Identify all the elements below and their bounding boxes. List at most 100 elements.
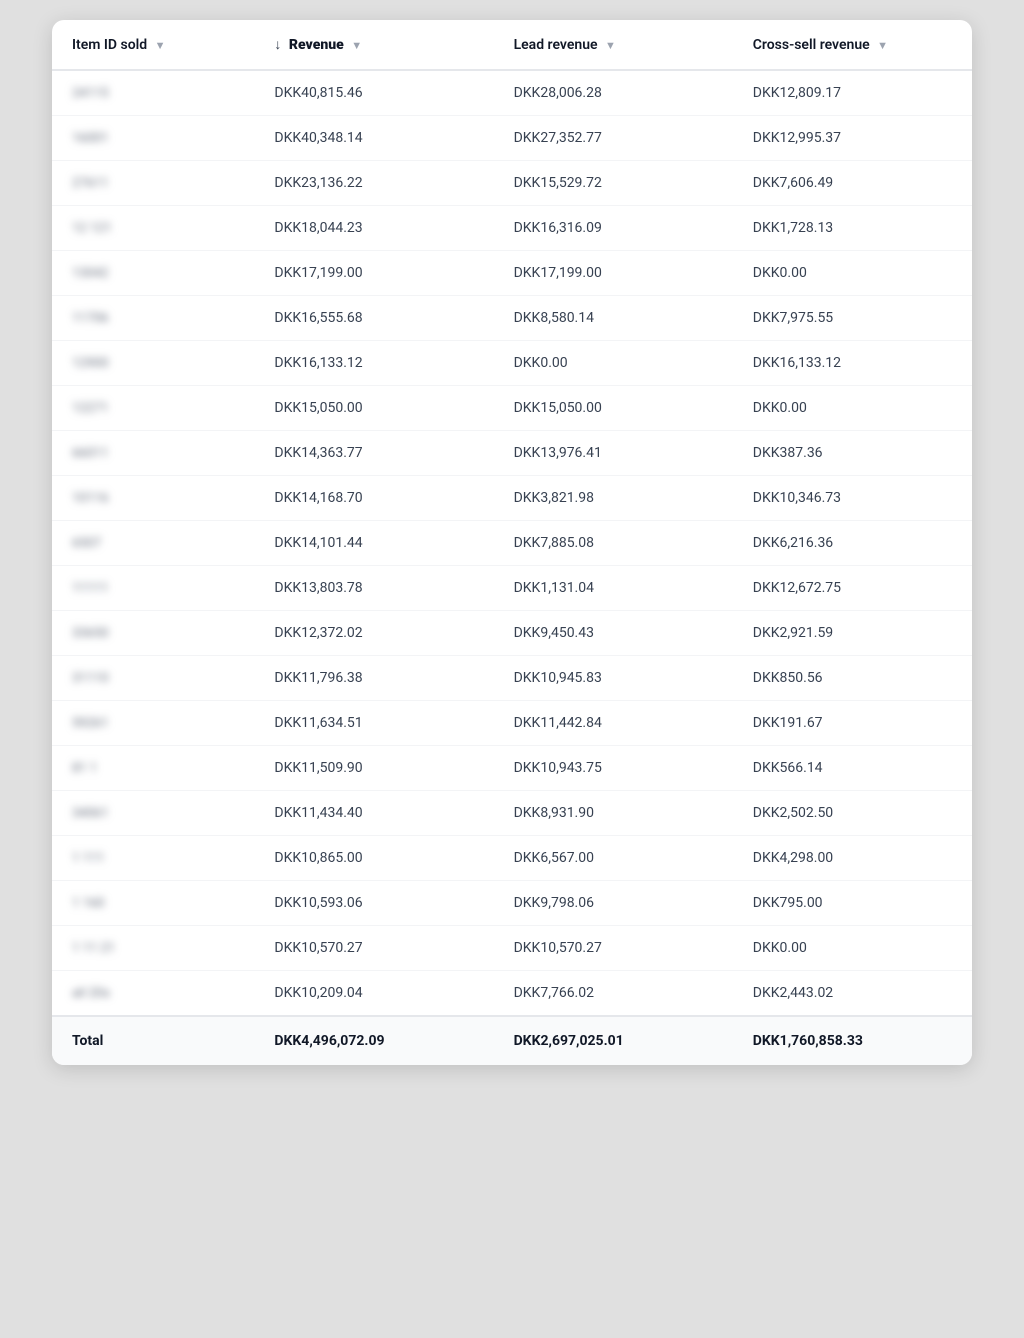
cell-lead-revenue: DKK13,976.41	[494, 431, 733, 476]
cell-item-id: 6507	[52, 521, 254, 566]
cell-item-id: 34061	[52, 791, 254, 836]
cell-item-id: 11706	[52, 296, 254, 341]
item-id-value: 34061	[72, 806, 109, 821]
cell-cross-sell-revenue: DKK850.56	[733, 656, 972, 701]
item-id-value: 1 111	[72, 851, 104, 866]
item-id-value: 11111	[72, 581, 109, 596]
column-header-lead-revenue-label: Lead revenue	[514, 37, 598, 53]
cell-item-id: 1 11 21	[52, 926, 254, 971]
cell-lead-revenue: DKK7,885.08	[494, 521, 733, 566]
column-header-lead-revenue[interactable]: Lead revenue ▼	[494, 20, 733, 70]
column-header-revenue[interactable]: ↓ Revenue ▼	[254, 20, 493, 70]
table-row: all 20sDKK10,209.04DKK7,766.02DKK2,443.0…	[52, 971, 972, 1017]
cell-revenue: DKK12,372.02	[254, 611, 493, 656]
cell-cross-sell-revenue: DKK191.67	[733, 701, 972, 746]
cell-revenue: DKK40,348.14	[254, 116, 493, 161]
cell-lead-revenue: DKK10,570.27	[494, 926, 733, 971]
cell-cross-sell-revenue: DKK0.00	[733, 251, 972, 296]
filter-icon-lead-revenue[interactable]: ▼	[605, 39, 616, 52]
cell-cross-sell-revenue: DKK2,502.50	[733, 791, 972, 836]
item-id-value: 13042	[72, 266, 109, 281]
item-id-value: 27611	[72, 176, 109, 191]
column-header-cross-sell-label: Cross-sell revenue	[753, 37, 870, 53]
cell-revenue: DKK23,136.22	[254, 161, 493, 206]
item-id-value: 10116	[72, 491, 109, 506]
cell-cross-sell-revenue: DKK6,216.36	[733, 521, 972, 566]
item-id-value: 12 121	[72, 221, 112, 236]
table-row: 33650DKK12,372.02DKK9,450.43DKK2,921.59	[52, 611, 972, 656]
item-id-value: all 20s	[72, 986, 110, 1001]
cell-revenue: DKK10,593.06	[254, 881, 493, 926]
cell-item-id: 11111	[52, 566, 254, 611]
cell-item-id: 66011	[52, 431, 254, 476]
cell-item-id: 13042	[52, 251, 254, 296]
column-header-cross-sell-revenue[interactable]: Cross-sell revenue ▼	[733, 20, 972, 70]
cell-cross-sell-revenue: DKK12,809.17	[733, 70, 972, 116]
cell-cross-sell-revenue: DKK4,298.00	[733, 836, 972, 881]
table-row: 16001DKK40,348.14DKK27,352.77DKK12,995.3…	[52, 116, 972, 161]
cell-lead-revenue: DKK28,006.28	[494, 70, 733, 116]
cell-lead-revenue: DKK15,050.00	[494, 386, 733, 431]
cell-cross-sell-revenue: DKK10,346.73	[733, 476, 972, 521]
column-header-item-id-label: Item ID sold	[72, 37, 147, 53]
item-id-value: 24115	[72, 86, 109, 101]
filter-icon-revenue[interactable]: ▼	[351, 39, 362, 52]
cell-revenue: DKK17,199.00	[254, 251, 493, 296]
sort-desc-icon: ↓	[274, 36, 281, 53]
cell-cross-sell-revenue: DKK566.14	[733, 746, 972, 791]
cell-item-id: 12900	[52, 341, 254, 386]
table-row: 24115DKK40,815.46DKK28,006.28DKK12,809.1…	[52, 70, 972, 116]
cell-cross-sell-revenue: DKK2,921.59	[733, 611, 972, 656]
cell-lead-revenue: DKK15,529.72	[494, 161, 733, 206]
cell-lead-revenue: DKK9,798.06	[494, 881, 733, 926]
table-row: 13042DKK17,199.00DKK17,199.00DKK0.00	[52, 251, 972, 296]
cell-cross-sell-revenue: DKK7,975.55	[733, 296, 972, 341]
table-row: 10116DKK14,168.70DKK3,821.98DKK10,346.73	[52, 476, 972, 521]
cell-lead-revenue: DKK27,352.77	[494, 116, 733, 161]
cell-lead-revenue: DKK17,199.00	[494, 251, 733, 296]
cell-revenue: DKK11,634.51	[254, 701, 493, 746]
cell-lead-revenue: DKK9,450.43	[494, 611, 733, 656]
footer-cross-sell-revenue: DKK1,760,858.33	[733, 1016, 972, 1065]
cell-lead-revenue: DKK6,567.00	[494, 836, 733, 881]
cell-lead-revenue: DKK0.00	[494, 341, 733, 386]
item-id-value: 31110	[72, 671, 109, 686]
cell-item-id: 33650	[52, 611, 254, 656]
table-row: 6507DKK14,101.44DKK7,885.08DKK6,216.36	[52, 521, 972, 566]
table-body: 24115DKK40,815.46DKK28,006.28DKK12,809.1…	[52, 70, 972, 1016]
table-row: 1 160 DKK10,593.06DKK9,798.06DKK795.00	[52, 881, 972, 926]
cell-revenue: DKK10,570.27	[254, 926, 493, 971]
cell-item-id: 81 1	[52, 746, 254, 791]
filter-icon-item-id[interactable]: ▼	[155, 39, 166, 52]
item-id-value: 1 160	[72, 896, 104, 911]
cell-revenue: DKK14,363.77	[254, 431, 493, 476]
cell-lead-revenue: DKK16,316.09	[494, 206, 733, 251]
table-row: 81 1DKK11,509.90DKK10,943.75DKK566.14	[52, 746, 972, 791]
cell-cross-sell-revenue: DKK12,672.75	[733, 566, 972, 611]
cell-lead-revenue: DKK10,945.83	[494, 656, 733, 701]
cell-cross-sell-revenue: DKK0.00	[733, 386, 972, 431]
cell-cross-sell-revenue: DKK387.36	[733, 431, 972, 476]
table-row: 66011 DKK14,363.77DKK13,976.41DKK387.36	[52, 431, 972, 476]
cell-item-id: 12 121	[52, 206, 254, 251]
cell-revenue: DKK13,803.78	[254, 566, 493, 611]
cell-item-id: 12271	[52, 386, 254, 431]
table-row: 12900 DKK16,133.12DKK0.00DKK16,133.12	[52, 341, 972, 386]
filter-icon-cross-sell[interactable]: ▼	[877, 39, 888, 52]
cell-revenue: DKK16,133.12	[254, 341, 493, 386]
cell-cross-sell-revenue: DKK795.00	[733, 881, 972, 926]
item-id-value: 16001	[72, 131, 109, 146]
cell-revenue: DKK10,209.04	[254, 971, 493, 1017]
column-header-item-id[interactable]: Item ID sold ▼	[52, 20, 254, 70]
table-row: 12 121DKK18,044.23DKK16,316.09DKK1,728.1…	[52, 206, 972, 251]
cell-item-id: 59261	[52, 701, 254, 746]
cell-lead-revenue: DKK3,821.98	[494, 476, 733, 521]
cell-item-id: all 20s	[52, 971, 254, 1017]
revenue-table: Item ID sold ▼ ↓ Revenue ▼ Lead revenue …	[52, 20, 972, 1065]
table-row: 31110DKK11,796.38DKK10,945.83DKK850.56	[52, 656, 972, 701]
item-id-value: 66011	[72, 446, 109, 461]
table-row: 34061DKK11,434.40DKK8,931.90DKK2,502.50	[52, 791, 972, 836]
cell-cross-sell-revenue: DKK7,606.49	[733, 161, 972, 206]
item-id-value: 12900	[72, 356, 109, 371]
cell-cross-sell-revenue: DKK16,133.12	[733, 341, 972, 386]
